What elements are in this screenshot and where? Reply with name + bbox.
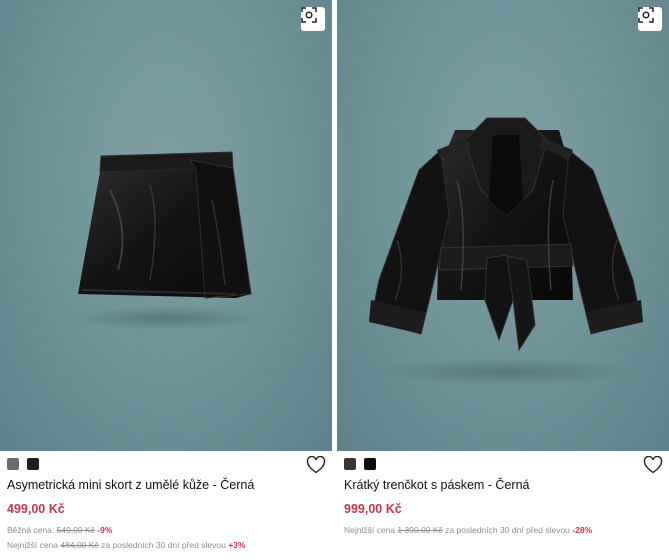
old-price: 1 390,00 Kč <box>397 525 443 535</box>
heart-icon <box>643 455 663 474</box>
price-label: Nejnižší cena <box>344 525 396 535</box>
product-card[interactable]: Asymetrická mini skort z umělé kůže - Če… <box>0 0 332 560</box>
price-note: za posledních 30 dní před slevou <box>101 540 226 550</box>
price-note: za posledních 30 dní před slevou <box>445 525 570 535</box>
skort-photo <box>71 151 261 330</box>
color-swatches <box>344 458 376 470</box>
visual-search-button[interactable] <box>301 7 325 31</box>
price-label: Běžná cena <box>7 525 52 535</box>
product-image-trench[interactable] <box>337 0 669 451</box>
price-label: Nejnižší cena <box>7 540 59 550</box>
discount-percent: -28% <box>572 525 593 535</box>
product-name[interactable]: Asymetrická mini skort z umělé kůže - Če… <box>7 478 254 492</box>
old-price: 549,00 Kč <box>56 525 95 535</box>
regular-price-info: Běžná cena: 549,00 Kč -9% <box>7 525 113 535</box>
visual-search-button[interactable] <box>638 7 662 31</box>
color-swatch[interactable] <box>364 458 376 470</box>
heart-icon <box>306 455 326 474</box>
product-price: 999,00 Kč <box>344 502 402 516</box>
product-image-skort[interactable] <box>0 0 332 451</box>
product-card[interactable]: Krátký trenčkot s páskem - Černá 999,00 … <box>337 0 669 560</box>
color-swatches <box>7 458 39 470</box>
favorite-button[interactable] <box>643 455 663 474</box>
color-swatch[interactable] <box>27 458 39 470</box>
product-name[interactable]: Krátký trenčkot s páskem - Černá <box>344 478 529 492</box>
visual-search-icon <box>638 7 654 23</box>
price-change-percent: +3% <box>228 540 246 550</box>
color-swatch[interactable] <box>344 458 356 470</box>
old-price: 484,00 Kč <box>60 540 99 550</box>
visual-search-icon <box>301 7 317 23</box>
discount-percent: -9% <box>97 525 113 535</box>
product-price: 499,00 Kč <box>7 502 65 516</box>
lowest-price-info: Nejnižší cena 484,00 Kč za posledních 30… <box>7 540 245 550</box>
trench-photo <box>369 117 643 386</box>
color-swatch[interactable] <box>7 458 19 470</box>
lowest-price-info: Nejnižší cena 1 390,00 Kč za posledních … <box>344 525 592 535</box>
favorite-button[interactable] <box>306 455 326 474</box>
